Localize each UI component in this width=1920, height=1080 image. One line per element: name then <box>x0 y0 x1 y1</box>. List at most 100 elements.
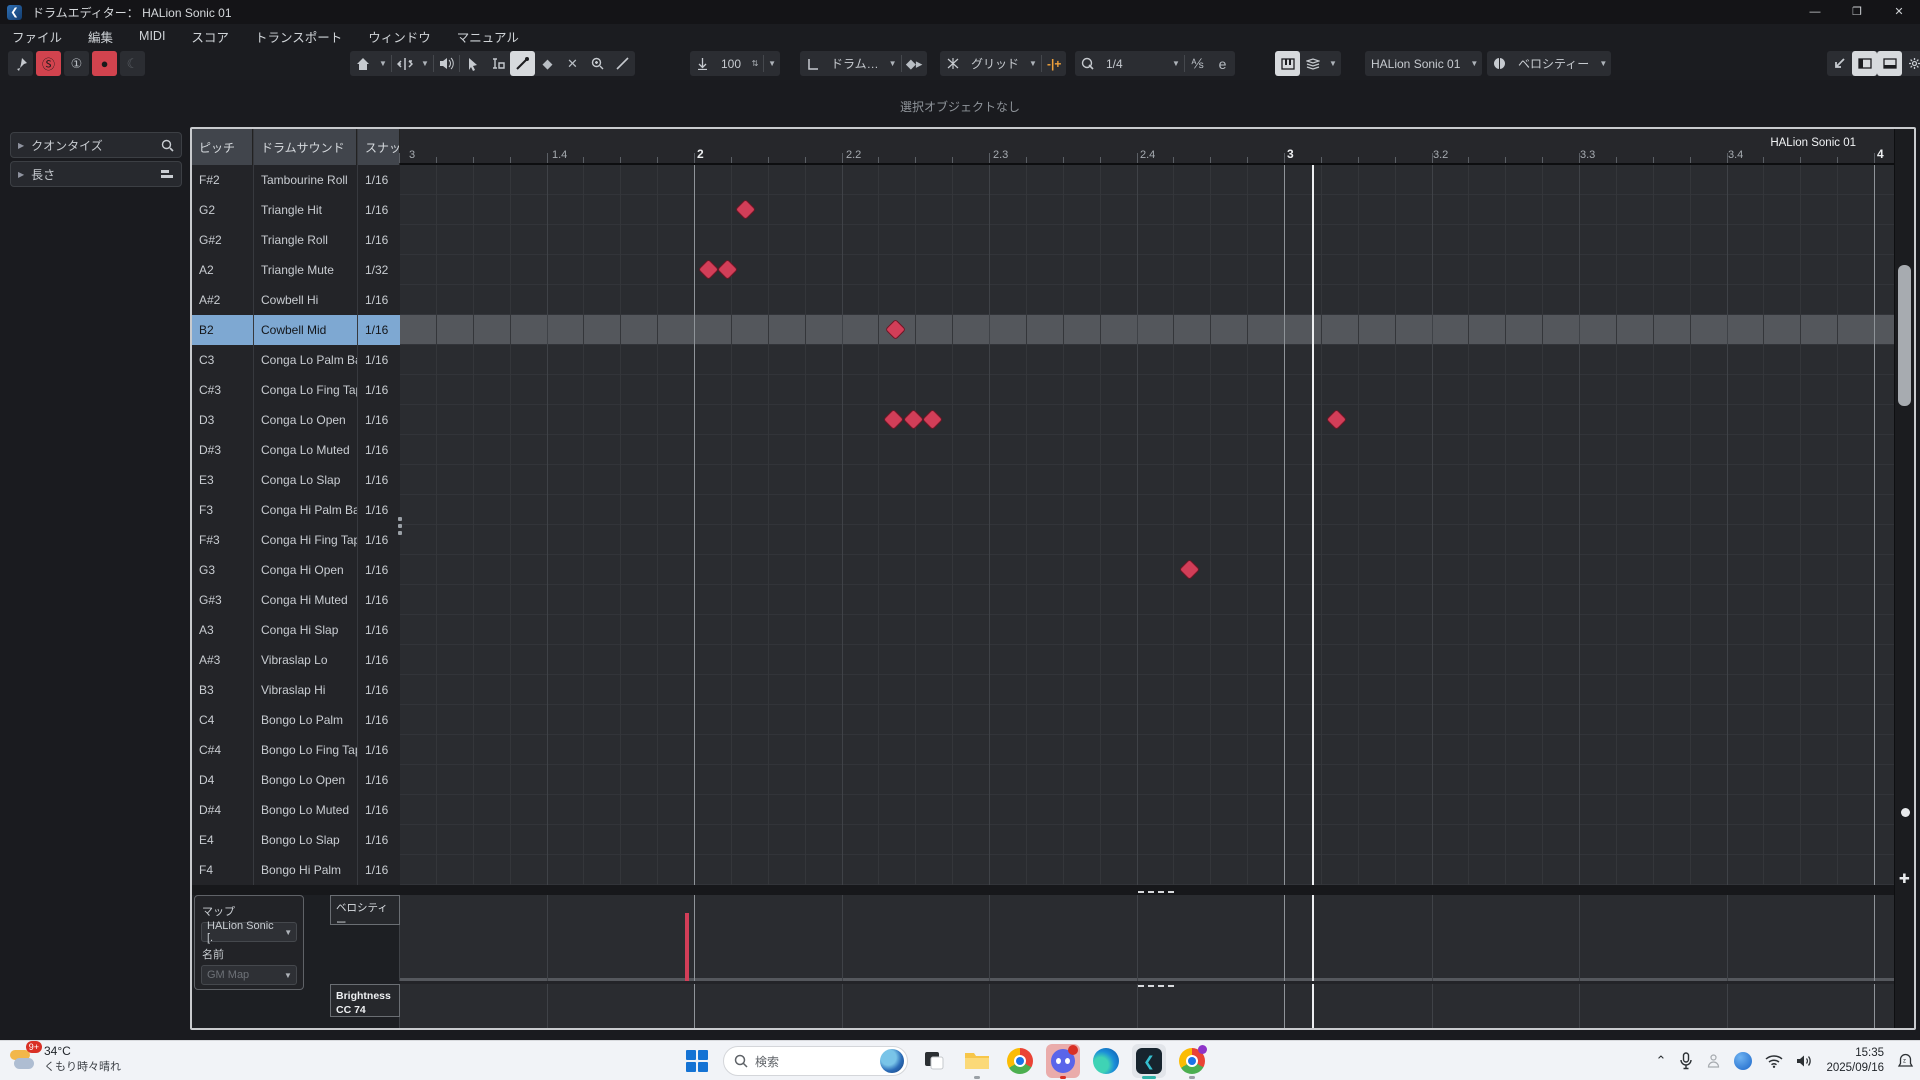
cell[interactable]: Conga Hi Slap <box>253 615 357 645</box>
cell[interactable]: 1/16 <box>357 495 400 525</box>
playback-cursor[interactable] <box>1312 895 1314 981</box>
line-tool[interactable] <box>610 51 635 76</box>
file-explorer-button[interactable] <box>960 1044 994 1079</box>
menu-item-6[interactable]: マニュアル <box>457 27 519 46</box>
grid-row[interactable] <box>400 825 1894 855</box>
chevron-down-icon[interactable]: ▼ <box>885 51 901 76</box>
quantize-section[interactable]: ▶ クオンタイズ <box>10 132 182 158</box>
cc-lane[interactable] <box>399 984 1894 1028</box>
cell[interactable]: Vibraslap Lo <box>253 645 357 675</box>
chevron-down-icon[interactable]: ▼ <box>1466 51 1482 76</box>
cell[interactable]: Conga Lo Open <box>253 405 357 435</box>
cell[interactable]: 1/16 <box>357 615 400 645</box>
drum-row-D4[interactable]: D4 Bongo Lo Open 1/16 <box>192 765 400 795</box>
cell[interactable]: G2 <box>192 195 253 225</box>
cell[interactable]: C#4 <box>192 735 253 765</box>
cell[interactable]: A#2 <box>192 285 253 315</box>
cell[interactable]: Conga Lo Palm Bass <box>253 345 357 375</box>
cell[interactable]: Bongo Lo Fing Tap <box>253 735 357 765</box>
cell[interactable]: F3 <box>192 495 253 525</box>
snap-on-off-icon[interactable]: -|+ <box>1042 57 1066 71</box>
cell[interactable]: 1/16 <box>357 375 400 405</box>
left-zone-toggle[interactable] <box>1852 51 1877 76</box>
magnifier-icon[interactable] <box>161 139 174 152</box>
cell[interactable]: 1/16 <box>357 285 400 315</box>
insert-velocity-icon[interactable] <box>690 51 715 76</box>
cell[interactable]: Bongo Lo Open <box>253 765 357 795</box>
edge-button[interactable] <box>1089 1044 1123 1078</box>
eraser-tool[interactable]: ◆ <box>535 51 560 76</box>
drum-row-D3[interactable]: D3 Conga Lo Open 1/16 <box>192 405 400 435</box>
cell[interactable]: 1/16 <box>357 675 400 705</box>
autoscroll-home-icon[interactable] <box>350 51 375 76</box>
cell[interactable]: Bongo Lo Palm <box>253 705 357 735</box>
stepper-icon[interactable]: ⇅ <box>747 51 763 76</box>
grid-row[interactable] <box>400 705 1894 735</box>
grid-row[interactable] <box>400 855 1894 885</box>
playback-cursor[interactable] <box>1312 165 1314 885</box>
grid-row[interactable] <box>400 465 1894 495</box>
drum-row-A#2[interactable]: A#2 Cowbell Hi 1/16 <box>192 285 400 315</box>
expand-arrow-icon[interactable]: ▶ <box>18 170 24 179</box>
grid-row[interactable] <box>400 615 1894 645</box>
piano-display-icon[interactable] <box>1275 51 1300 76</box>
cell[interactable]: F#3 <box>192 525 253 555</box>
chrome-profile-button[interactable] <box>1175 1044 1209 1079</box>
cell[interactable]: D#3 <box>192 435 253 465</box>
drum-row-D#3[interactable]: D#3 Conga Lo Muted 1/16 <box>192 435 400 465</box>
cell[interactable]: C4 <box>192 705 253 735</box>
controller-select[interactable]: ベロシティー <box>1512 55 1595 72</box>
grid-row[interactable] <box>400 195 1894 225</box>
cell[interactable]: G3 <box>192 555 253 585</box>
chevron-down-icon[interactable]: ▼ <box>1325 51 1341 76</box>
chevron-down-icon[interactable]: ▼ <box>1168 51 1184 76</box>
column-header-snap[interactable]: スナップ <box>357 129 400 165</box>
notification-bell-icon[interactable]: z <box>1897 1053 1914 1070</box>
column-header-sound[interactable]: ドラムサウンド <box>253 129 357 165</box>
cell[interactable]: 1/16 <box>357 585 400 615</box>
cell[interactable]: 1/16 <box>357 795 400 825</box>
vertical-scrollbar[interactable]: ✚ <box>1894 129 1914 1028</box>
velocity-bar[interactable] <box>685 913 689 981</box>
drum-row-G2[interactable]: G2 Triangle Hit 1/16 <box>192 195 400 225</box>
cell[interactable]: B2 <box>192 315 253 345</box>
menu-item-0[interactable]: ファイル <box>12 27 62 46</box>
length-icon[interactable] <box>800 51 825 76</box>
drum-row-C#4[interactable]: C#4 Bongo Lo Fing Tap 1/16 <box>192 735 400 765</box>
cell[interactable]: 1/16 <box>357 435 400 465</box>
chevron-down-icon[interactable]: ▼ <box>1025 51 1041 76</box>
solo-button[interactable]: Ⓢ <box>36 51 61 76</box>
cell[interactable]: B3 <box>192 675 253 705</box>
menu-item-4[interactable]: トランスポート <box>255 27 342 46</box>
grid-row[interactable] <box>400 555 1894 585</box>
cell[interactable]: 1/16 <box>357 765 400 795</box>
cell[interactable]: C3 <box>192 345 253 375</box>
note-grid[interactable] <box>400 165 1894 885</box>
zoom-slider-dot[interactable] <box>1901 808 1910 817</box>
menu-item-3[interactable]: スコア <box>191 27 229 46</box>
chevron-down-icon[interactable]: ▼ <box>1595 51 1611 76</box>
chevron-down-icon[interactable]: ▼ <box>764 51 780 76</box>
cell[interactable]: Conga Lo Slap <box>253 465 357 495</box>
cell[interactable]: Bongo Lo Muted <box>253 795 357 825</box>
mute-tool[interactable]: ✕ <box>560 51 585 76</box>
scrollbar-thumb[interactable] <box>1898 265 1911 406</box>
cell[interactable]: Bongo Hi Palm <box>253 855 357 885</box>
cell[interactable]: Triangle Mute <box>253 255 357 285</box>
playback-cursor[interactable] <box>1312 984 1314 1028</box>
cell[interactable]: 1/16 <box>357 525 400 555</box>
cell[interactable]: 1/16 <box>357 195 400 225</box>
cell[interactable]: Cowbell Hi <box>253 285 357 315</box>
cell[interactable]: 1/16 <box>357 465 400 495</box>
cell[interactable]: 1/16 <box>357 225 400 255</box>
drum-row-C4[interactable]: C4 Bongo Lo Palm 1/16 <box>192 705 400 735</box>
moon-icon[interactable]: ☾ <box>120 51 145 76</box>
drum-row-G#2[interactable]: G#2 Triangle Roll 1/16 <box>192 225 400 255</box>
grid-mode-value[interactable]: グリッド <box>965 55 1025 72</box>
cell[interactable]: F#2 <box>192 165 253 195</box>
chevron-down-icon[interactable]: ▼ <box>417 51 433 76</box>
grid-row[interactable] <box>400 255 1894 285</box>
grid-row[interactable] <box>400 165 1894 195</box>
cell[interactable]: 1/16 <box>357 645 400 675</box>
cell[interactable]: Conga Lo Fing Tap <box>253 375 357 405</box>
